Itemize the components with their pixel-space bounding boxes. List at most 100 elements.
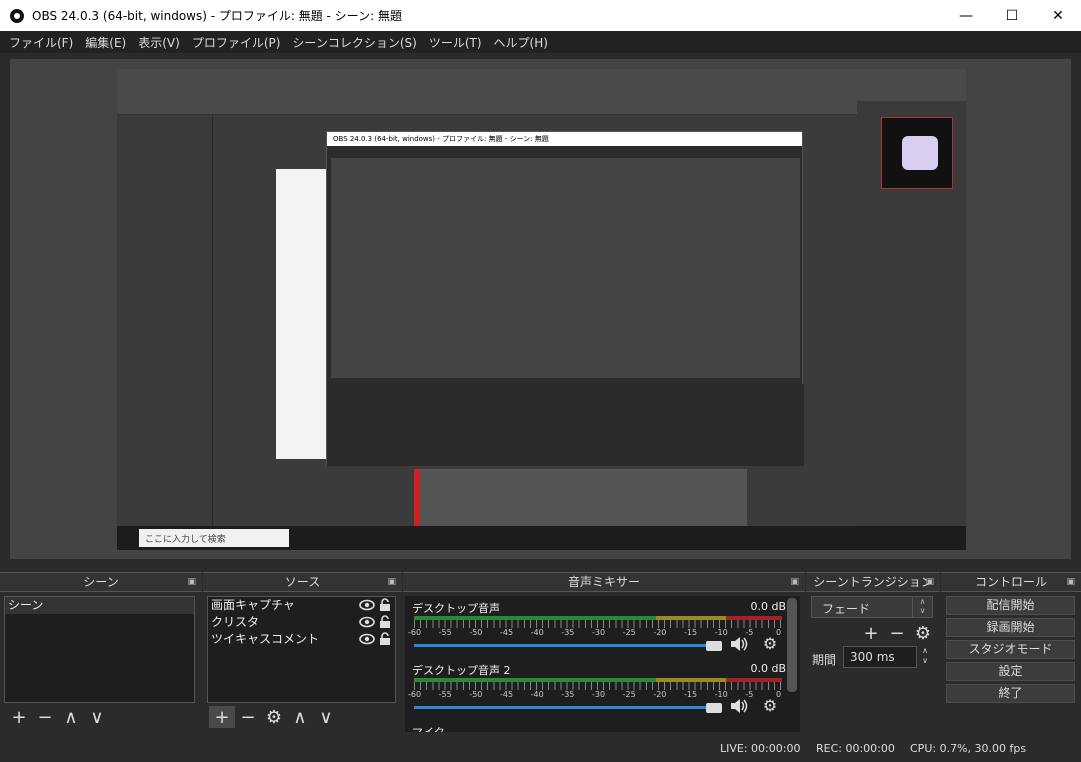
menu-tools[interactable]: ツール(T) (423, 34, 488, 51)
volume-slider[interactable] (414, 706, 714, 709)
remove-transition-button[interactable]: − (884, 622, 910, 644)
captured-taskbar: ここに入力して検索 (117, 526, 966, 550)
duration-spinner[interactable]: ∧ ∨ (918, 646, 932, 668)
title-bar: OBS 24.0.3 (64-bit, windows) - プロファイル: 無… (0, 0, 1081, 31)
scale-tick-label: -30 (592, 690, 606, 699)
mute-speaker-icon[interactable] (730, 698, 748, 714)
mixer-panel-header: 音声ミキサー ▣ (403, 572, 805, 592)
source-name: 画面キャプチャ (211, 598, 295, 612)
scale-tick-label: -45 (500, 690, 514, 699)
dock-icon[interactable]: ▣ (387, 573, 396, 591)
scale-tick-label: -20 (653, 690, 667, 699)
exit-button[interactable]: 終了 (946, 684, 1075, 703)
volume-slider-knob[interactable] (706, 703, 722, 713)
mixer-panel-title: 音声ミキサー (567, 575, 640, 589)
add-scene-button[interactable]: + (6, 706, 32, 728)
move-source-down-button[interactable]: ∨ (313, 706, 339, 728)
mixer-scrollbar[interactable] (787, 598, 797, 692)
scenes-list[interactable]: シーン (4, 596, 195, 703)
track-db: 0.0 dB (750, 662, 786, 675)
menu-help[interactable]: ヘルプ(H) (488, 34, 554, 51)
source-name: クリスタ (211, 615, 260, 629)
scale-tick-label: -55 (438, 628, 452, 637)
rec-status: REC: 00:00:00 (816, 742, 895, 755)
remove-scene-button[interactable]: − (32, 706, 58, 728)
captured-taskbar-search: ここに入力して検索 (139, 529, 289, 547)
duration-input[interactable]: 300 ms (843, 646, 917, 668)
visibility-eye-icon[interactable] (359, 615, 375, 629)
transitions-panel-title: シーントランジション (813, 575, 933, 589)
menu-view[interactable]: 表示(V) (132, 34, 186, 51)
source-item[interactable]: クリスタ (208, 614, 395, 631)
mute-speaker-icon[interactable] (730, 636, 748, 652)
lock-icon[interactable] (379, 598, 391, 612)
scene-item[interactable]: シーン (5, 597, 194, 614)
live-status: LIVE: 00:00:00 (720, 742, 801, 755)
start-recording-button[interactable]: 録画開始 (946, 618, 1075, 637)
transition-properties-gear-icon[interactable]: ⚙ (910, 622, 936, 644)
minimize-button[interactable]: — (943, 0, 989, 31)
window-title: OBS 24.0.3 (64-bit, windows) - プロファイル: 無… (32, 9, 402, 23)
sources-panel-title: ソース (284, 575, 321, 589)
move-scene-up-button[interactable]: ∧ (58, 706, 84, 728)
add-source-button[interactable]: + (209, 706, 235, 728)
menu-edit[interactable]: 編集(E) (79, 34, 132, 51)
dock-icon[interactable]: ▣ (925, 573, 934, 591)
transition-select-value: フェード (822, 602, 871, 616)
track-settings-gear-icon[interactable]: ⚙ (762, 698, 778, 714)
volume-slider-knob[interactable] (706, 641, 722, 651)
menu-scene-collection[interactable]: シーンコレクション(S) (286, 34, 422, 51)
captured-tool-panel (117, 115, 213, 526)
menu-profile[interactable]: プロファイル(P) (186, 34, 287, 51)
dock-icon[interactable]: ▣ (1066, 573, 1075, 591)
captured-canvas (417, 469, 747, 526)
scale-tick-label: -50 (469, 690, 483, 699)
source-name: ツイキャスコメント (211, 632, 320, 646)
scale-tick-label: -10 (714, 628, 728, 637)
source-item[interactable]: ツイキャスコメント (208, 631, 395, 648)
preview-area[interactable]: OBS 24.0.3 (64-bit, windows) - プロファイル: 無… (10, 59, 1071, 559)
scale-tick-label: -15 (684, 690, 698, 699)
visibility-eye-icon[interactable] (359, 598, 375, 612)
scale-tick-label: -40 (530, 628, 544, 637)
menu-file[interactable]: ファイル(F) (3, 34, 79, 51)
preview-screen-capture: OBS 24.0.3 (64-bit, windows) - プロファイル: 無… (117, 69, 966, 550)
scenes-panel-header: シーン ▣ (0, 572, 202, 592)
sources-panel-header: ソース ▣ (203, 572, 402, 592)
move-scene-down-button[interactable]: ∨ (84, 706, 110, 728)
dock-icon[interactable]: ▣ (790, 573, 799, 591)
lock-icon[interactable] (379, 632, 391, 646)
transition-select[interactable]: フェード ∧ ∨ (811, 596, 933, 618)
settings-button[interactable]: 設定 (946, 662, 1075, 681)
scenes-panel-title: シーン (83, 575, 119, 589)
volume-slider[interactable] (414, 644, 714, 647)
lock-icon[interactable] (379, 615, 391, 629)
studio-mode-button[interactable]: スタジオモード (946, 640, 1075, 659)
source-item[interactable]: 画面キャプチャ (208, 597, 395, 614)
add-transition-button[interactable]: + (858, 622, 884, 644)
source-properties-gear-icon[interactable]: ⚙ (261, 706, 287, 728)
dock-icon[interactable]: ▣ (187, 573, 196, 591)
move-source-up-button[interactable]: ∧ (287, 706, 313, 728)
remove-source-button[interactable]: − (235, 706, 261, 728)
scale-tick-label: -20 (653, 628, 667, 637)
scale-tick-label: -50 (469, 628, 483, 637)
maximize-button[interactable]: ☐ (989, 0, 1035, 31)
scale-tick-label: -15 (684, 628, 698, 637)
scale-tick-label: -25 (622, 690, 636, 699)
meter-ticks (414, 620, 782, 628)
track-name: デスクトップ音声 (412, 602, 500, 615)
track-settings-gear-icon[interactable]: ⚙ (762, 636, 778, 652)
visibility-eye-icon[interactable] (359, 632, 375, 646)
nested-obs-window: OBS 24.0.3 (64-bit, windows) - プロファイル: 無… (326, 131, 804, 466)
meter-ticks (414, 682, 782, 690)
scenes-toolbar: + − ∧ ∨ (6, 706, 110, 728)
character-image (902, 136, 938, 170)
start-streaming-button[interactable]: 配信開始 (946, 596, 1075, 615)
scale-tick-label: -55 (438, 690, 452, 699)
status-bar: LIVE: 00:00:00 REC: 00:00:00 CPU: 0.7%, … (0, 737, 1081, 762)
track-db: 0.0 dB (750, 600, 786, 613)
close-button[interactable]: ✕ (1035, 0, 1081, 31)
sources-list[interactable]: 画面キャプチャ クリスタ ツイキャスコメント (207, 596, 396, 703)
track-name: マイク (412, 724, 445, 732)
